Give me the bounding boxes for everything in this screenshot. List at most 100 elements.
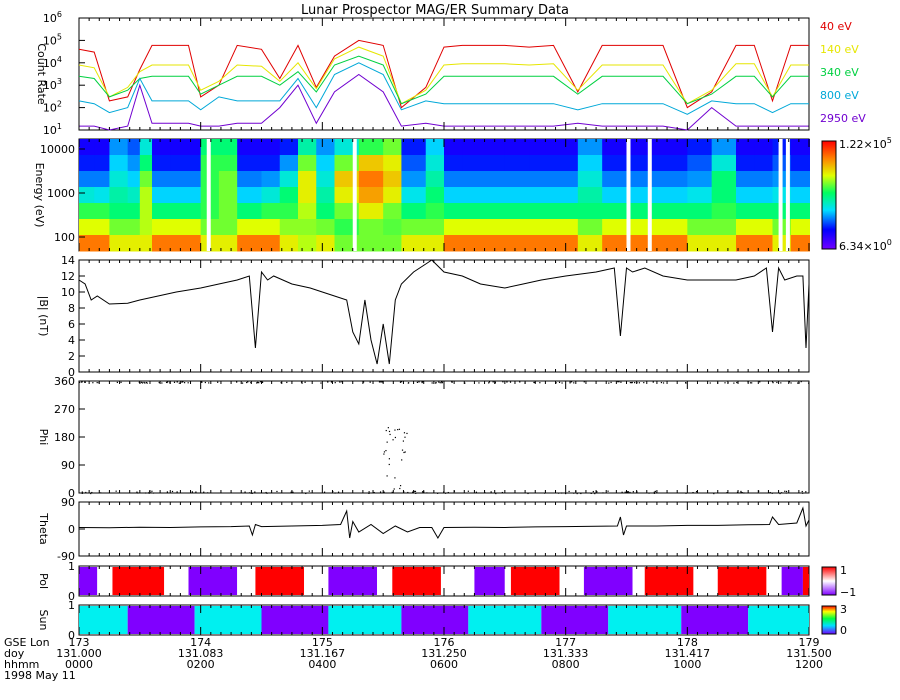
phi-point <box>383 491 385 493</box>
sun-segment <box>468 606 542 634</box>
spectrogram-cell <box>577 235 603 252</box>
spectrogram-cell <box>170 219 189 236</box>
pol-segment <box>559 567 584 595</box>
phi-point <box>334 492 336 494</box>
phi-point <box>632 491 634 493</box>
phi-point <box>379 491 382 493</box>
phi-point <box>402 440 404 442</box>
sun-colorbar-bottom: 0 <box>840 624 847 637</box>
spectrogram-cell <box>109 139 129 156</box>
phi-point <box>399 485 402 487</box>
pol-segment <box>255 567 305 595</box>
spectrogram-cell <box>109 155 129 172</box>
phi-point <box>368 492 370 494</box>
phi-ytick-label: 90 <box>61 459 75 472</box>
phi-point <box>385 429 387 432</box>
spectrogram-cell <box>79 139 95 156</box>
footer-hhmm: 0200 <box>187 658 215 671</box>
spectrogram-cell <box>94 219 110 236</box>
phi-point <box>236 381 238 383</box>
phi-point <box>652 381 654 383</box>
phi-point <box>84 381 86 383</box>
phi-point <box>388 430 391 433</box>
b-ytick-label: 4 <box>68 334 75 347</box>
count-rate-panel <box>78 17 810 131</box>
footer-hhmm: 1000 <box>673 658 701 671</box>
phi-point <box>334 382 336 384</box>
colorbar-max-label: 1.22×105 <box>839 136 892 151</box>
spectrogram-cell <box>218 219 238 236</box>
phi-ytick-label: 180 <box>54 431 75 444</box>
spectrogram-cell <box>79 219 95 236</box>
spectrogram-cell <box>736 235 755 252</box>
theta-series <box>78 506 810 539</box>
phi-point <box>743 492 745 494</box>
phi-point <box>406 432 408 435</box>
phi-point <box>488 381 491 383</box>
spectrogram-cell <box>462 155 481 172</box>
spectrogram-cell <box>663 171 688 188</box>
pol-colorbar-bottom: −1 <box>840 586 856 599</box>
spectrogram-cell <box>529 139 554 156</box>
spectrogram-cell <box>401 203 427 220</box>
phi-yticks: 090180270360 <box>54 375 85 500</box>
spectrogram-cell <box>504 155 530 172</box>
theta-ylabel: Theta <box>37 512 50 545</box>
legend-entry-4: 2950 eV <box>820 112 866 125</box>
phi-point <box>246 381 248 384</box>
plot-title: Lunar Prospector MAG/ER Summary Data <box>301 3 569 18</box>
phi-point <box>784 490 786 492</box>
spectrogram-cell <box>425 219 445 236</box>
spectrogram-cell <box>237 187 262 204</box>
phi-point <box>187 382 189 384</box>
pol-segment <box>188 567 238 595</box>
spectrogram-cell <box>383 171 402 188</box>
spectrogram-cell <box>218 235 238 252</box>
spectrogram-cell <box>152 171 171 188</box>
phi-point <box>780 382 782 384</box>
spectrogram-cell <box>218 139 238 156</box>
spectrogram-cell <box>127 203 141 220</box>
theta-ytick-label: 0 <box>68 523 75 536</box>
phi-point <box>184 382 186 384</box>
spectrogram-cell <box>809 155 810 172</box>
spectrogram-cell <box>279 187 299 204</box>
phi-point <box>800 381 802 383</box>
phi-point <box>96 381 98 384</box>
pol-segment <box>474 567 505 595</box>
pol-segment <box>164 567 189 595</box>
spectrogram-cell <box>316 155 335 172</box>
spectrogram-cell <box>602 171 627 188</box>
spectrogram-cell <box>577 203 603 220</box>
pol-segment <box>717 567 767 595</box>
spectrogram-cell <box>261 219 281 236</box>
phi-point <box>439 382 441 384</box>
spectrogram-cell <box>425 235 445 252</box>
phi-point <box>266 492 268 494</box>
phi-point <box>426 492 428 494</box>
spectrogram-cell <box>711 187 737 204</box>
phi-point <box>394 477 396 479</box>
spectrogram-cell <box>109 219 129 236</box>
sun-segment <box>608 606 682 634</box>
energy-ytick-label: 10000 <box>40 143 75 156</box>
energy-ylabel: Energy (eV) <box>33 163 46 228</box>
sun-segment <box>194 606 262 634</box>
spectrogram-cell <box>139 139 153 156</box>
spectrogram-cell <box>261 187 281 204</box>
spectrogram-cell <box>139 203 153 220</box>
pol-segment <box>583 567 633 595</box>
spectrogram-cell <box>79 203 95 220</box>
spectrogram-cell <box>401 187 427 204</box>
phi-point <box>519 381 521 383</box>
spectrogram-cell <box>687 203 713 220</box>
spectrogram-cell <box>736 155 755 172</box>
spectrogram-cell <box>127 155 141 172</box>
spectrogram-cell <box>577 139 603 156</box>
spectrogram-cell <box>529 155 554 172</box>
spectrogram-cell <box>237 219 262 236</box>
spectrogram-cell <box>790 219 810 236</box>
count-rate-ylabel: Count Rate <box>35 43 48 105</box>
phi-point <box>386 441 388 443</box>
phi-ylabel: Phi <box>37 429 50 446</box>
